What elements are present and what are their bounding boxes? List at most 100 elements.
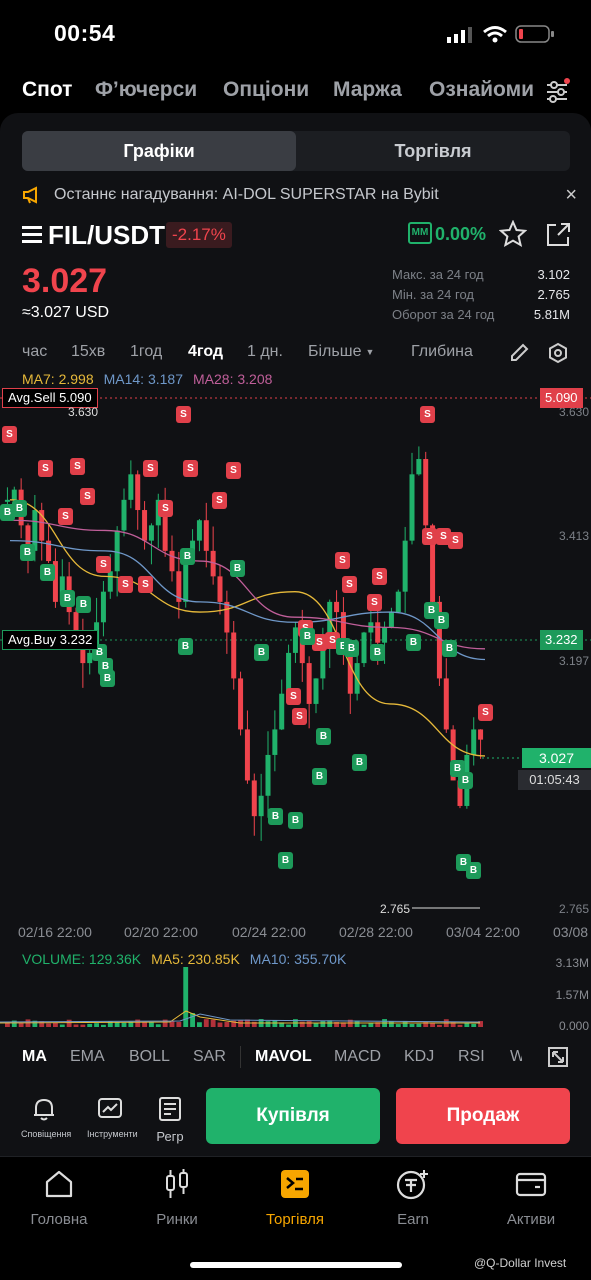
- tools-chart-icon: [98, 1098, 122, 1118]
- ma-legend: MA7: 2.998 MA14: 3.187 MA28: 3.208: [22, 371, 272, 387]
- tab-margin[interactable]: Маржа: [333, 78, 402, 102]
- alerts-button[interactable]: Сповіщення: [21, 1096, 71, 1139]
- sell-marker: S: [38, 460, 53, 477]
- volume-bar: [66, 1019, 72, 1027]
- x-tick: 02/28 22:00: [339, 924, 413, 940]
- indicator-divider: [240, 1046, 241, 1068]
- vol-y-tick: 3.13M: [555, 956, 589, 970]
- volume-bar: [46, 1023, 51, 1027]
- star-icon[interactable]: [499, 220, 527, 248]
- close-icon[interactable]: ×: [565, 184, 577, 207]
- sell-marker: S: [478, 704, 493, 721]
- indicator-sar[interactable]: SAR: [193, 1048, 226, 1066]
- volume-bar: [354, 1020, 360, 1027]
- nav-earn[interactable]: Earn: [358, 1165, 468, 1228]
- nav-home[interactable]: Головна: [4, 1165, 114, 1228]
- share-icon[interactable]: [544, 221, 572, 249]
- indicator-kdj[interactable]: KDJ: [404, 1048, 434, 1066]
- volume-bar: [149, 1022, 154, 1027]
- fullscreen-icon[interactable]: [548, 1047, 568, 1067]
- indicator-rsi[interactable]: RSI: [458, 1048, 485, 1066]
- sell-marker: S: [372, 568, 387, 585]
- timeframe-more[interactable]: Більше ▼: [308, 343, 374, 361]
- status-time: 00:54: [54, 20, 116, 46]
- indicator-mavol[interactable]: MAVOL: [255, 1048, 312, 1066]
- volume-bar: [155, 1024, 161, 1027]
- buy-marker: B: [458, 772, 473, 789]
- volume-bar: [265, 1021, 271, 1027]
- volume-bar: [203, 1019, 209, 1027]
- tab-spot[interactable]: Спот: [22, 78, 72, 102]
- buy-marker: B: [60, 590, 75, 607]
- status-bar: 00:54: [0, 0, 591, 66]
- pencil-icon[interactable]: [508, 342, 530, 364]
- watermark: @Q-Dollar Invest: [474, 1256, 567, 1270]
- sell-marker: S: [96, 556, 111, 573]
- buy-marker: B: [434, 612, 449, 629]
- sell-marker: S: [342, 576, 357, 593]
- announcement-bar[interactable]: Останнє нагадування: AI-DOL SUPERSTAR на…: [22, 183, 577, 207]
- indicator-ema[interactable]: EMA: [70, 1048, 105, 1066]
- tools-button[interactable]: Інструменти: [87, 1096, 138, 1139]
- volume-bar: [389, 1021, 394, 1027]
- volume-bar: [114, 1022, 120, 1027]
- indicator-boll[interactable]: BOLL: [129, 1048, 170, 1066]
- buy-marker: B: [180, 548, 195, 565]
- stat-high-label: Макс. за 24 год: [392, 266, 484, 282]
- indicator-ma[interactable]: MA: [22, 1048, 47, 1066]
- timeframe-1d[interactable]: 1 дн.: [247, 343, 283, 361]
- volume-bar: [176, 1022, 182, 1027]
- trade-markers: SSSSSSSSSSSSSSSSSSSSSSSSSSSSBBBBBBBBBBBB…: [0, 388, 591, 948]
- regr-button[interactable]: Регр: [147, 1096, 193, 1144]
- nav-markets[interactable]: Ринки: [122, 1165, 232, 1228]
- volume-bar: [416, 1023, 422, 1027]
- buy-marker: B: [230, 560, 245, 577]
- tab-learn[interactable]: Ознайоми: [429, 78, 535, 102]
- buy-marker: B: [268, 808, 283, 825]
- tab-futures[interactable]: Ф’ючерси: [95, 78, 197, 102]
- menu-icon[interactable]: [22, 225, 44, 245]
- volume-bar: [286, 1024, 291, 1027]
- megaphone-icon: [23, 186, 37, 204]
- nav-home-label: Головна: [30, 1211, 88, 1228]
- tools-label: Інструменти: [87, 1129, 138, 1139]
- indicator-macd[interactable]: MACD: [334, 1048, 381, 1066]
- volume-bar: [18, 1022, 24, 1027]
- sell-marker: S: [448, 532, 463, 549]
- chevron-down-icon: ▼: [365, 347, 375, 357]
- volume-bar: [190, 1013, 195, 1027]
- depth-tab[interactable]: Глибина: [411, 343, 473, 361]
- buy-marker: B: [178, 638, 193, 655]
- settings-sliders-icon[interactable]: [545, 78, 573, 104]
- sell-marker: S: [367, 594, 382, 611]
- mm-value: 0.00%: [435, 224, 487, 244]
- volume-bar: [210, 1019, 216, 1027]
- volume-bar: [87, 1023, 93, 1027]
- chart-settings-icon[interactable]: [547, 342, 569, 364]
- timeframe-hour[interactable]: час: [22, 343, 47, 361]
- volume-bar: [299, 1021, 305, 1027]
- pair-name[interactable]: FIL/USDT: [48, 220, 165, 251]
- volume-bar: [135, 1019, 141, 1027]
- stats-panel: Макс. за 24 год 3.102 Мін. за 24 год 2.765…: [392, 264, 570, 324]
- segment-trading[interactable]: Торгівля: [296, 131, 570, 171]
- segment-charts[interactable]: Графіки: [22, 131, 296, 171]
- announcement-text: Останнє нагадування: AI-DOL SUPERSTAR на…: [54, 186, 439, 203]
- nav-trade[interactable]: Торгівля: [240, 1165, 350, 1228]
- indicator-wr[interactable]: W: [510, 1048, 522, 1066]
- nav-assets[interactable]: Активи: [476, 1165, 586, 1228]
- timeframe-15m[interactable]: 15хв: [71, 343, 105, 361]
- timeframe-4h[interactable]: 4год: [188, 343, 223, 361]
- ma7-label: MA7: 2.998: [22, 371, 94, 387]
- timeframe-1h[interactable]: 1год: [130, 343, 162, 361]
- current-price-tag: 3.027: [522, 748, 591, 768]
- buy-button[interactable]: Купівля: [206, 1088, 380, 1144]
- price-chart[interactable]: SSSSSSSSSSSSSSSSSSSSSSSSSSSSBBBBBBBBBBBB…: [0, 388, 591, 948]
- volume-bar: [320, 1020, 326, 1027]
- sell-button[interactable]: Продаж: [396, 1088, 570, 1144]
- tab-options[interactable]: Опціони: [223, 78, 309, 102]
- volume-bar: [272, 1020, 278, 1027]
- buy-marker: B: [352, 754, 367, 771]
- sell-marker: S: [420, 406, 435, 423]
- volume-bar: [80, 1024, 86, 1027]
